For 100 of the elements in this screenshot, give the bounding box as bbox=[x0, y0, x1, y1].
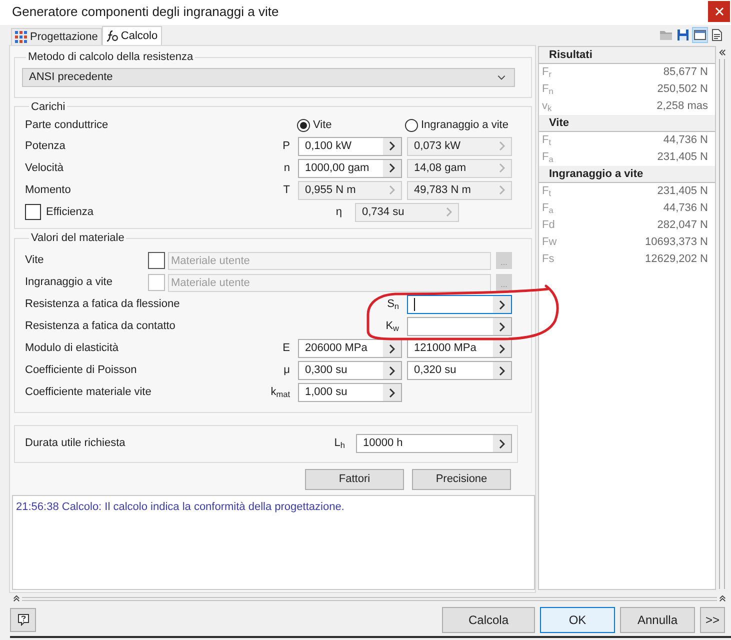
radio-option[interactable]: Vite bbox=[297, 116, 405, 134]
symbol-label: n bbox=[282, 160, 290, 176]
symbol-label: η bbox=[334, 204, 342, 220]
symbol-label: L$_{h}$ bbox=[333, 436, 345, 452]
chevron-right-icon bbox=[389, 366, 395, 376]
symbol-label: P bbox=[282, 138, 290, 154]
double-chevron-up-icon[interactable] bbox=[13, 595, 20, 602]
document-icon[interactable] bbox=[709, 27, 725, 43]
function-icon bbox=[106, 30, 118, 42]
splitter-handle[interactable] bbox=[22, 596, 717, 600]
arrow-button[interactable] bbox=[493, 296, 511, 313]
chevron-right-icon bbox=[389, 388, 395, 398]
dropdown[interactable]: ANSI precedente bbox=[22, 68, 515, 86]
action-button[interactable]: Precisione bbox=[412, 468, 511, 490]
field-label: Vite bbox=[25, 253, 45, 268]
result-label: F$_{t}$ bbox=[542, 133, 552, 149]
close-button[interactable] bbox=[708, 1, 730, 22]
field-label: Parte conduttrice bbox=[25, 118, 110, 133]
input-field[interactable] bbox=[407, 295, 512, 314]
section-header: Risultati bbox=[539, 47, 715, 64]
result-value: 12629,202 N bbox=[645, 252, 708, 268]
dialog-button[interactable]: OK bbox=[540, 606, 615, 632]
field-label: Modulo di elasticità bbox=[25, 341, 120, 356]
result-value: 2,258 mas bbox=[656, 99, 708, 114]
result-label: F$_{a}$ bbox=[542, 150, 554, 166]
section-header: Vite bbox=[539, 115, 715, 132]
tab[interactable]: Progettazione bbox=[11, 28, 102, 45]
symbol-label: K$_{w}$ bbox=[384, 319, 399, 335]
field-label: Coefficiente di Poisson bbox=[25, 363, 138, 378]
input-field[interactable]: 0,100 kW bbox=[298, 136, 402, 156]
splitter-handle[interactable] bbox=[719, 59, 725, 589]
arrow-button[interactable] bbox=[383, 160, 401, 176]
chevron-right-icon bbox=[499, 366, 505, 376]
input-field[interactable]: 206000 MPa bbox=[298, 339, 402, 358]
double-chevron-up-icon[interactable] bbox=[719, 595, 726, 602]
input-field[interactable]: 0,300 su bbox=[298, 361, 402, 380]
input-field[interactable]: 1,000 su bbox=[298, 383, 402, 402]
chevron-right-icon bbox=[499, 344, 505, 354]
symbol-label: E bbox=[282, 341, 290, 356]
arrow-button[interactable] bbox=[383, 340, 401, 357]
arrow-button[interactable] bbox=[493, 340, 511, 357]
input-field[interactable]: 10000 h bbox=[356, 434, 512, 453]
chevron-right-icon bbox=[499, 163, 505, 173]
group-title: Metodo di calcolo della resistenza bbox=[27, 50, 194, 65]
arrow-button[interactable] bbox=[493, 318, 511, 335]
arrow-button[interactable] bbox=[493, 435, 511, 452]
window-icon[interactable] bbox=[692, 27, 708, 43]
arrow-button[interactable] bbox=[383, 384, 401, 401]
result-label: Fw bbox=[542, 235, 557, 250]
checkbox-icon[interactable] bbox=[148, 252, 165, 269]
chevron-right-icon bbox=[499, 185, 505, 195]
log-message: 21:56:38 Calcolo: Il calcolo indica la conformità della progettazione. bbox=[16, 500, 346, 514]
result-value: 44,736 N bbox=[663, 201, 708, 216]
dialog-button[interactable]: >> bbox=[700, 606, 725, 632]
dialog-button[interactable]: Annulla bbox=[620, 606, 695, 632]
input-field[interactable] bbox=[407, 317, 512, 336]
group-title: Carichi bbox=[30, 100, 66, 114]
chevron-right-icon bbox=[446, 207, 452, 217]
action-button[interactable]: Fattori bbox=[305, 468, 404, 490]
symbol-label: S$_{n}$ bbox=[386, 297, 399, 313]
result-value: 282,047 N bbox=[657, 218, 708, 234]
chevron-right-icon bbox=[499, 438, 505, 448]
input-field[interactable]: 121000 MPa bbox=[407, 339, 512, 358]
result-value: 231,405 N bbox=[657, 150, 708, 166]
field-label: Potenza bbox=[25, 138, 66, 154]
field-label: Coefficiente materiale vite bbox=[25, 385, 152, 400]
field-label: Resistenza a fatica da flessione bbox=[25, 297, 181, 312]
radio-option[interactable]: Ingranaggio a vite bbox=[405, 116, 512, 134]
radio-icon[interactable] bbox=[297, 118, 310, 132]
result-label: F$_{t}$ bbox=[542, 184, 552, 200]
field-label: Ingranaggio a vite bbox=[25, 275, 114, 290]
text-cursor-icon bbox=[414, 298, 415, 311]
chevron-right-icon bbox=[389, 185, 395, 195]
help-icon bbox=[16, 613, 30, 626]
close-icon bbox=[714, 7, 724, 16]
arrow-button[interactable] bbox=[383, 138, 401, 154]
result-value: 85,677 N bbox=[663, 65, 708, 80]
arrow-button[interactable] bbox=[383, 362, 401, 379]
input-field[interactable]: 0,320 su bbox=[407, 361, 512, 380]
result-label: Fd bbox=[542, 218, 555, 234]
tab[interactable]: Calcolo bbox=[102, 26, 162, 45]
material-field[interactable]: Materiale utente bbox=[168, 252, 491, 270]
help-button[interactable] bbox=[10, 608, 36, 632]
symbol-label: μ bbox=[282, 363, 290, 378]
field-label: Durata utile richiesta bbox=[25, 436, 126, 452]
dialog-button[interactable]: Calcola bbox=[442, 606, 535, 632]
chevron-right-icon bbox=[389, 141, 395, 151]
symbol-label: k$_{mat}$ bbox=[270, 385, 290, 401]
chevron-right-icon bbox=[499, 300, 505, 310]
section-header: Ingranaggio a vite bbox=[539, 166, 715, 183]
group-title: Valori del materiale bbox=[30, 231, 126, 246]
grid-icon bbox=[15, 31, 27, 43]
result-label: Fs bbox=[542, 252, 554, 268]
arrow-button[interactable] bbox=[493, 362, 511, 379]
result-value: 10693,373 N bbox=[645, 235, 708, 250]
chevron-right-icon bbox=[499, 141, 505, 151]
result-label: F$_{a}$ bbox=[542, 201, 554, 217]
input-field[interactable]: 1000,00 gam bbox=[298, 158, 402, 178]
double-chevron-left-icon[interactable] bbox=[718, 49, 726, 56]
radio-icon[interactable] bbox=[405, 118, 418, 132]
